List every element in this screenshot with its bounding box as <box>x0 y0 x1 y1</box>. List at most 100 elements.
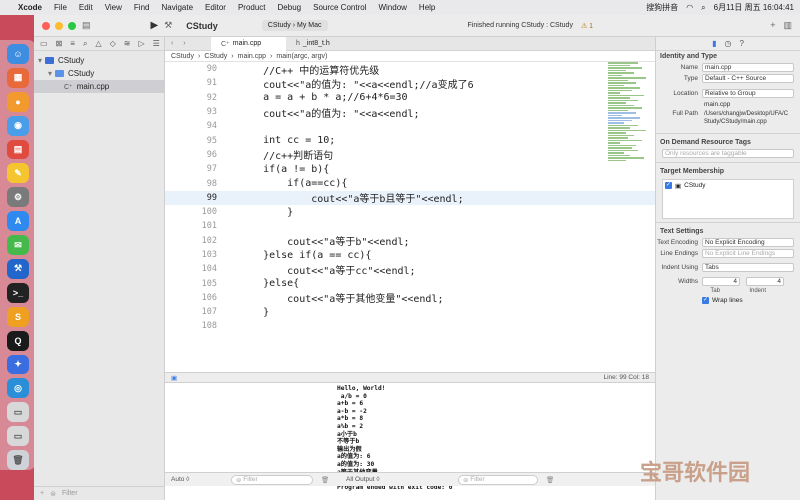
input-method[interactable]: 搜狗拼音 <box>646 2 678 13</box>
menu-app[interactable]: Xcode <box>18 3 42 12</box>
find-icon[interactable]: ⌕ <box>83 39 87 48</box>
code-line[interactable]: 96 //c++判断语句 <box>165 147 655 163</box>
line-text[interactable]: cout<<"a的值为: "<<a<<endl; <box>227 105 419 120</box>
debug-icon[interactable]: ≋ <box>124 39 131 48</box>
symbol-icon[interactable]: ≡ <box>70 39 75 48</box>
notes-icon[interactable]: ✎ <box>7 163 29 184</box>
line-number[interactable]: 96 <box>165 150 227 160</box>
line-text[interactable]: cout<<"a的值为: "<<a<<endl;//a变成了6 <box>227 76 474 91</box>
menu-file[interactable]: File <box>54 3 67 12</box>
firefox-icon[interactable]: ● <box>7 91 29 112</box>
line-text[interactable]: } <box>227 307 269 318</box>
wrap-lines-checkbox[interactable]: ✓ <box>702 297 709 304</box>
line-number[interactable]: 108 <box>165 321 227 331</box>
console-filter-input[interactable]: ⊜ Filter <box>458 474 538 485</box>
scheme-selector[interactable]: CStudy › My Mac <box>261 20 328 31</box>
source-control-icon[interactable]: ⊠ <box>56 39 63 48</box>
line-number[interactable]: 91 <box>165 78 227 88</box>
line-number[interactable]: 97 <box>165 164 227 174</box>
terminal-icon[interactable]: >_ <box>7 282 29 303</box>
line-text[interactable]: //C++ 中的运算符优先级 <box>227 62 379 77</box>
history-icon[interactable]: ◷ <box>724 39 731 50</box>
preview-icon[interactable]: ◎ <box>7 378 29 399</box>
jump-file[interactable]: main.cpp <box>238 53 266 60</box>
qq-icon[interactable]: Q <box>7 330 29 351</box>
add-icon[interactable]: + <box>770 20 775 31</box>
line-number[interactable]: 101 <box>165 221 227 231</box>
jump-group[interactable]: CStudy <box>204 53 227 60</box>
code-line[interactable]: 98 if(a==cc){ <box>165 176 655 190</box>
menu-navigate[interactable]: Navigate <box>161 3 193 12</box>
line-endings-select[interactable]: No Explicit Line Endings <box>702 249 794 258</box>
menu-find[interactable]: Find <box>134 3 150 12</box>
menu-help[interactable]: Help <box>419 3 435 12</box>
code-line[interactable]: 95 int cc = 10; <box>165 133 655 147</box>
test-icon[interactable]: ◇ <box>110 39 116 48</box>
line-text[interactable]: int cc = 10; <box>227 135 335 146</box>
type-select[interactable]: Default - C++ Source <box>702 74 794 83</box>
help-icon[interactable]: ? <box>739 39 743 50</box>
line-text[interactable]: cout<<"a等于cc"<<endl; <box>227 262 415 277</box>
menu-debug[interactable]: Debug <box>278 3 302 12</box>
code-line[interactable]: 102 cout<<"a等于b"<<endl; <box>165 233 655 249</box>
code-editor[interactable]: 90 //C++ 中的运算符优先级 91 cout<<"a的值为: "<<a<<e… <box>165 62 655 372</box>
tab-int8-header[interactable]: h _int8_t.h <box>286 37 340 51</box>
nav-item-project[interactable]: ▾ CStudy <box>34 54 164 67</box>
line-number[interactable]: 102 <box>165 236 227 246</box>
indent-width-stepper[interactable]: 4 <box>746 277 784 286</box>
code-line[interactable]: 94 <box>165 119 655 133</box>
xcode-dock-icon[interactable]: ⚒ <box>7 259 29 279</box>
line-text[interactable]: //c++判断语句 <box>227 147 333 162</box>
line-text[interactable]: cout<<"a等于b"<<endl; <box>227 233 409 248</box>
file-inspector-icon[interactable]: ▮ <box>712 39 716 50</box>
line-number[interactable]: 94 <box>165 121 227 131</box>
search-icon[interactable]: ⌕ <box>701 3 705 13</box>
code-line[interactable]: 104 cout<<"a等于cc"<<endl; <box>165 262 655 277</box>
code-line[interactable]: 101 <box>165 219 655 233</box>
trash-icon[interactable]: 🗑 <box>321 476 346 484</box>
trash-icon[interactable]: 🗑 <box>7 450 29 471</box>
code-line[interactable]: 99 cout<<"a等于b且等于"<<endl; <box>165 190 655 205</box>
jump-project[interactable]: CStudy <box>171 53 194 60</box>
variables-filter-input[interactable]: ⊜ Filter <box>231 474 313 485</box>
app-store-icon[interactable]: A <box>7 211 29 232</box>
code-line[interactable]: 108 <box>165 319 655 333</box>
line-number[interactable]: 92 <box>165 93 227 103</box>
code-line[interactable]: 103 }else if(a == cc){ <box>165 248 655 262</box>
line-number[interactable]: 95 <box>165 136 227 146</box>
code-line[interactable]: 93 cout<<"a的值为: "<<a<<endl; <box>165 105 655 120</box>
menu-edit[interactable]: Edit <box>79 3 93 12</box>
line-number[interactable]: 98 <box>165 179 227 189</box>
xcode-alt-icon[interactable]: ✦ <box>7 354 29 375</box>
issue-icon[interactable]: △ <box>95 39 101 48</box>
code-line[interactable]: 106 cout<<"a等于其他变量"<<endl; <box>165 290 655 306</box>
code-line[interactable]: 107 } <box>165 305 655 319</box>
settings-icon[interactable]: ⚙ <box>7 187 29 208</box>
console-toggle-icon[interactable]: ▣ <box>171 374 177 382</box>
line-text[interactable]: if(a != b){ <box>227 164 329 175</box>
close-button[interactable] <box>42 21 50 30</box>
line-number[interactable]: 99 <box>165 193 227 203</box>
line-text[interactable]: if(a==cc){ <box>227 178 347 189</box>
report-icon[interactable]: ☰ <box>153 39 160 48</box>
line-number[interactable]: 105 <box>165 279 227 289</box>
inspector-toggle-icon[interactable]: ▥ <box>783 20 792 31</box>
output-selector[interactable]: All Output ◊ <box>346 476 436 483</box>
line-number[interactable]: 104 <box>165 264 227 274</box>
clock[interactable]: 6月11日 周五 16:04:41 <box>714 2 794 13</box>
add-file-icon[interactable]: + <box>40 490 44 497</box>
line-number[interactable]: 107 <box>165 307 227 317</box>
folder-icon[interactable]: ▭ <box>40 39 48 48</box>
code-line[interactable]: 90 //C++ 中的运算符优先级 <box>165 62 655 77</box>
line-text[interactable]: cout<<"a等于其他变量"<<endl; <box>227 290 443 305</box>
sidebar-toggle-icon[interactable]: ▤ <box>82 20 91 31</box>
line-number[interactable]: 103 <box>165 250 227 260</box>
navigator-filter-input[interactable]: Filter <box>62 490 78 497</box>
wechat-icon[interactable]: ✉ <box>7 235 29 256</box>
calendar-icon[interactable]: ▤ <box>7 139 29 160</box>
location-select[interactable]: Relative to Group <box>702 89 794 98</box>
line-number[interactable]: 106 <box>165 293 227 303</box>
line-number[interactable]: 100 <box>165 207 227 217</box>
chrome-icon[interactable]: ◉ <box>7 115 29 136</box>
minimap[interactable] <box>608 62 648 262</box>
